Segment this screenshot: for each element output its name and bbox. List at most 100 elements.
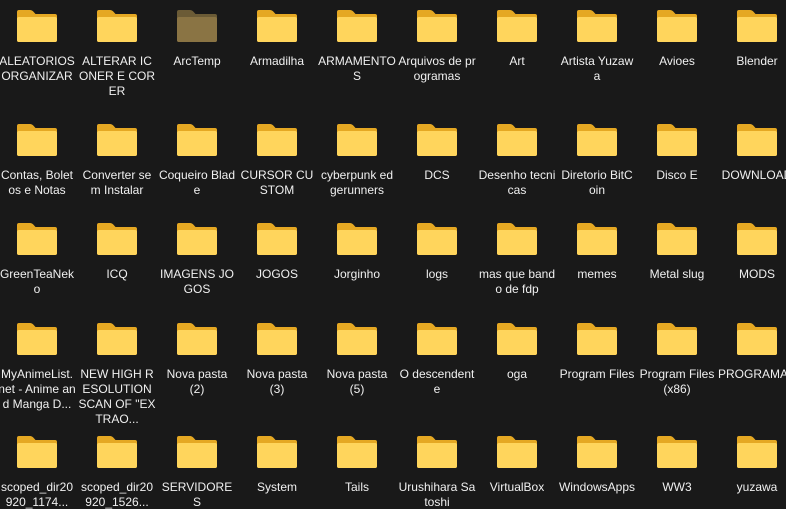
folder-icon (575, 123, 619, 157)
folder-label: ICQ (106, 267, 128, 281)
folder-item[interactable]: VirtualBox (477, 426, 557, 495)
folder-label: Disco E (656, 168, 698, 182)
folder-item[interactable]: GreenTeaNeko (0, 213, 77, 297)
folder-item[interactable]: yuzawa (717, 426, 786, 495)
folder-label: WW3 (662, 480, 692, 494)
folder-item[interactable]: Art (477, 0, 557, 69)
folder-item[interactable]: Disco E (637, 114, 717, 183)
folder-hidden-icon (175, 9, 219, 43)
folder-item[interactable]: MODS (717, 213, 786, 282)
folder-item[interactable]: Nova pasta (5) (317, 313, 397, 397)
folder-icon (575, 435, 619, 469)
folder-item[interactable]: Program Files (x86) (637, 313, 717, 397)
folder-icon (415, 322, 459, 356)
folder-item[interactable]: ARMAMENTOS (317, 0, 397, 84)
folder-label: ArcTemp (173, 54, 221, 68)
folder-label: Metal slug (649, 267, 705, 281)
folder-item[interactable]: mas que bando de fdp (477, 213, 557, 297)
folder-item[interactable]: WindowsApps (557, 426, 637, 495)
folder-label: Armadilha (249, 54, 305, 68)
folder-label: Avioes (659, 54, 695, 68)
folder-item[interactable]: Arquivos de programas (397, 0, 477, 84)
folder-item[interactable]: Diretorio BitCoin (557, 114, 637, 198)
folder-item[interactable]: Contas, Boletos e Notas (0, 114, 77, 198)
folder-item[interactable]: JOGOS (237, 213, 317, 282)
folder-item[interactable]: Urushihara Satoshi (397, 426, 477, 509)
folder-item[interactable]: ICQ (77, 213, 157, 282)
folder-icon (655, 9, 699, 43)
folder-item[interactable]: Tails (317, 426, 397, 495)
folder-label: memes (577, 267, 617, 281)
folder-item[interactable]: Avioes (637, 0, 717, 69)
folder-item[interactable]: Metal slug (637, 213, 717, 282)
folder-label: Diretorio BitCoin (561, 168, 633, 197)
folder-label: ARMAMENTOS (318, 54, 396, 83)
folder-item[interactable]: WW3 (637, 426, 717, 495)
folder-item[interactable]: CURSOR CUSTOM (237, 114, 317, 198)
folder-label: Contas, Boletos e Notas (0, 168, 74, 197)
folder-item[interactable]: Artista Yuzawa (557, 0, 637, 84)
folder-item[interactable]: PROGRAMAS (717, 313, 786, 382)
folder-icon (335, 222, 379, 256)
folder-item[interactable]: Nova pasta (2) (157, 313, 237, 397)
folder-label: PROGRAMAS (718, 367, 786, 381)
folder-item[interactable]: IMAGENS JOGOS (157, 213, 237, 297)
folder-label: NEW HIGH RESOLUTION SCAN OF "EXTRAO... (78, 367, 156, 426)
folder-item[interactable]: logs (397, 213, 477, 282)
folder-icon (255, 435, 299, 469)
folder-item[interactable]: DOWNLOAD (717, 114, 786, 183)
folder-item[interactable]: Converter sem Instalar (77, 114, 157, 198)
folder-item[interactable]: ALEATORIOS ORGANIZAR (0, 0, 77, 84)
folder-icon (415, 123, 459, 157)
folder-icon (495, 435, 539, 469)
folder-label: Nova pasta (3) (246, 367, 308, 396)
folder-item[interactable]: System (237, 426, 317, 495)
folder-icon (15, 9, 59, 43)
folder-label: Arquivos de programas (398, 54, 476, 83)
folder-item[interactable]: ALTERAR ICONER E CORER (77, 0, 157, 99)
folder-item[interactable]: scoped_dir20920_1174... (0, 426, 77, 509)
folder-icon (495, 322, 539, 356)
folder-icon (95, 222, 139, 256)
folder-item[interactable]: memes (557, 213, 637, 282)
folder-item[interactable]: scoped_dir20920_1526... (77, 426, 157, 509)
folder-icon (495, 9, 539, 43)
folder-label: Desenho tecnicas (478, 168, 556, 197)
folder-item[interactable]: Blender (717, 0, 786, 69)
folder-label: Urushihara Satoshi (398, 480, 476, 509)
folder-label: Nova pasta (5) (326, 367, 388, 396)
folder-label: Nova pasta (2) (166, 367, 228, 396)
folder-item[interactable]: Coqueiro Blade (157, 114, 237, 198)
file-grid: ALEATORIOS ORGANIZAR ALTERAR ICONER E COR… (0, 0, 786, 509)
folder-item[interactable]: O descendente (397, 313, 477, 397)
folder-label: cyberpunk edgerunners (320, 168, 394, 197)
folder-label: scoped_dir20920_1526... (80, 480, 154, 509)
folder-icon (175, 123, 219, 157)
folder-icon (15, 435, 59, 469)
folder-item[interactable]: Armadilha (237, 0, 317, 69)
folder-item[interactable]: SERVIDORES (157, 426, 237, 509)
folder-item[interactable]: Jorginho (317, 213, 397, 282)
folder-item[interactable]: oga (477, 313, 557, 382)
folder-icon (735, 435, 779, 469)
folder-item[interactable]: Nova pasta (3) (237, 313, 317, 397)
folder-label: Tails (344, 480, 369, 494)
folder-item[interactable]: DCS (397, 114, 477, 183)
folder-item[interactable]: Desenho tecnicas (477, 114, 557, 198)
folder-label: CURSOR CUSTOM (240, 168, 314, 197)
folder-item[interactable]: Program Files (557, 313, 637, 382)
folder-icon (95, 322, 139, 356)
folder-label: yuzawa (736, 480, 778, 494)
folder-icon (175, 435, 219, 469)
folder-label: Coqueiro Blade (158, 168, 236, 197)
folder-icon (495, 123, 539, 157)
folder-icon (735, 222, 779, 256)
folder-item[interactable]: cyberpunk edgerunners (317, 114, 397, 198)
folder-item[interactable]: MyAnimeList.net - Anime and Manga D... (0, 313, 77, 412)
folder-icon (95, 435, 139, 469)
folder-icon (575, 322, 619, 356)
folder-item[interactable]: ArcTemp (157, 0, 237, 69)
folder-icon (175, 222, 219, 256)
folder-item[interactable]: NEW HIGH RESOLUTION SCAN OF "EXTRAO... (77, 313, 157, 427)
folder-icon (655, 322, 699, 356)
